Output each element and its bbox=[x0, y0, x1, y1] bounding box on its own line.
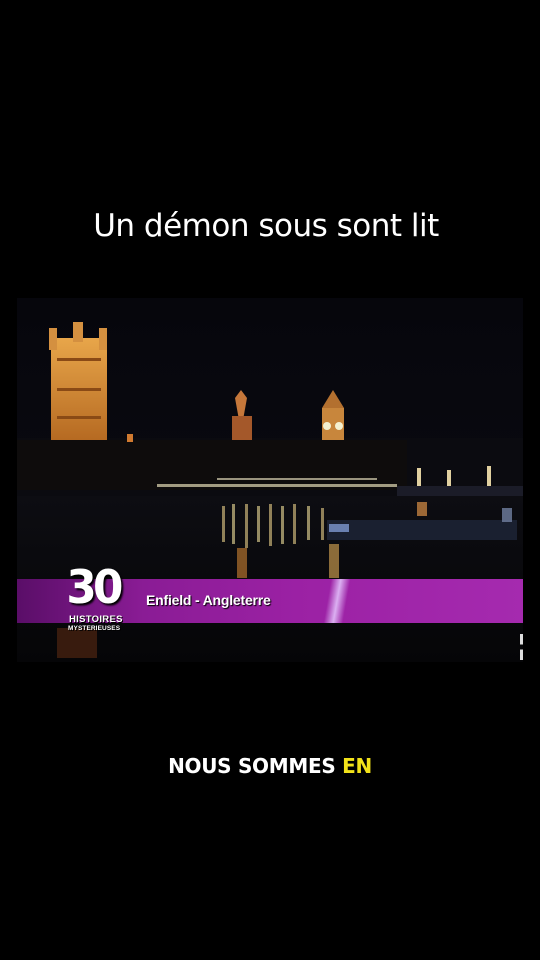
show-logo-number: 30 bbox=[66, 560, 123, 614]
frame-edge-mark bbox=[520, 634, 523, 660]
show-logo-line1: HISTOIRES bbox=[69, 614, 123, 625]
banner-light-streak bbox=[317, 579, 357, 623]
subtitle-text: NOUS SOMMES bbox=[168, 754, 343, 778]
location-label: Enfield - Angleterre bbox=[146, 592, 271, 608]
show-logo-line2: MYSTERIEUSES bbox=[68, 625, 121, 632]
video-frame[interactable]: Enfield - Angleterre 30 HISTOIRES MYSTER… bbox=[17, 298, 523, 662]
video-title: Un démon sous sont lit bbox=[93, 208, 439, 244]
subtitle-highlight: EN bbox=[342, 754, 372, 778]
subtitle-caption: NOUS SOMMES EN bbox=[0, 754, 540, 778]
